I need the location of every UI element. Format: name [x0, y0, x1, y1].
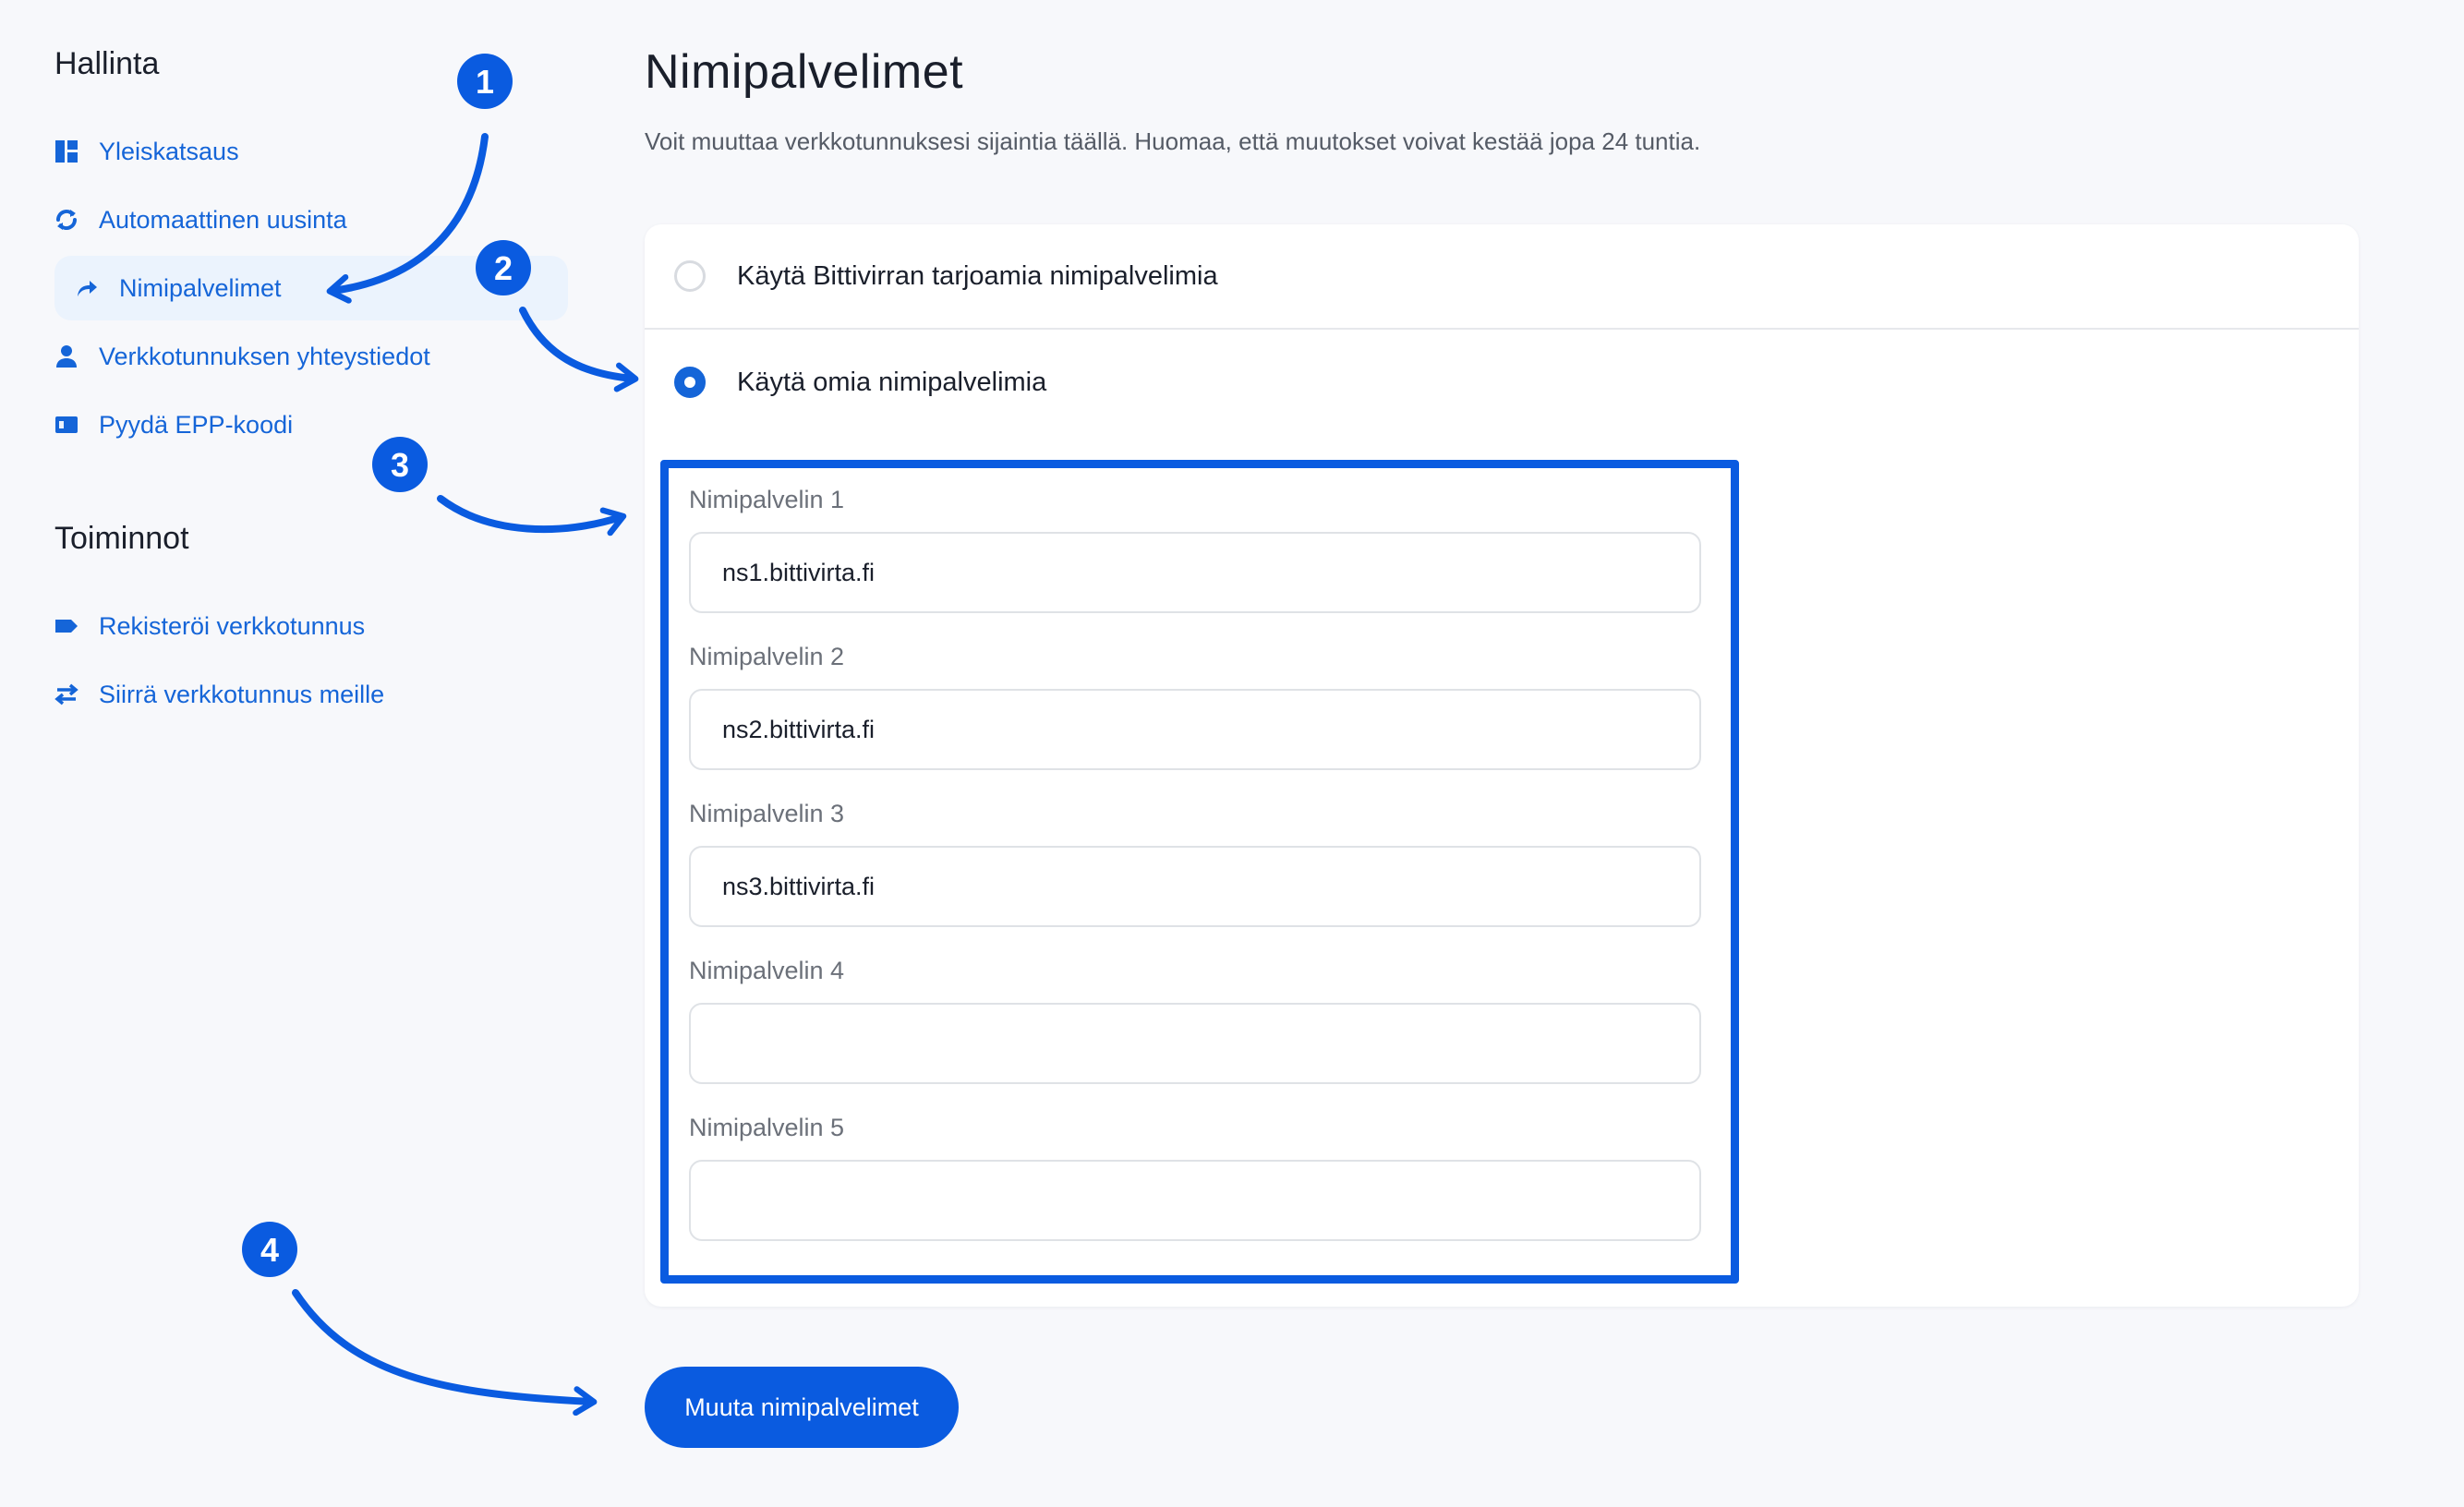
annotation-badge-2: 2 — [476, 240, 531, 295]
annotation-badge-1: 1 — [457, 54, 513, 109]
annotation-badge-4: 4 — [242, 1222, 297, 1277]
badge-number: 1 — [476, 63, 494, 101]
annotation-arrow-4 — [292, 1289, 598, 1417]
badge-number: 2 — [494, 249, 513, 287]
badge-number: 3 — [391, 446, 409, 484]
annotation-arrow-1 — [326, 133, 489, 304]
annotation-arrow-2 — [519, 307, 639, 392]
annotation-overlay: 1 2 3 4 — [242, 54, 639, 1417]
annotation-badge-3: 3 — [372, 437, 428, 492]
annotation-arrow-3 — [437, 495, 627, 536]
badge-number: 4 — [260, 1231, 279, 1269]
